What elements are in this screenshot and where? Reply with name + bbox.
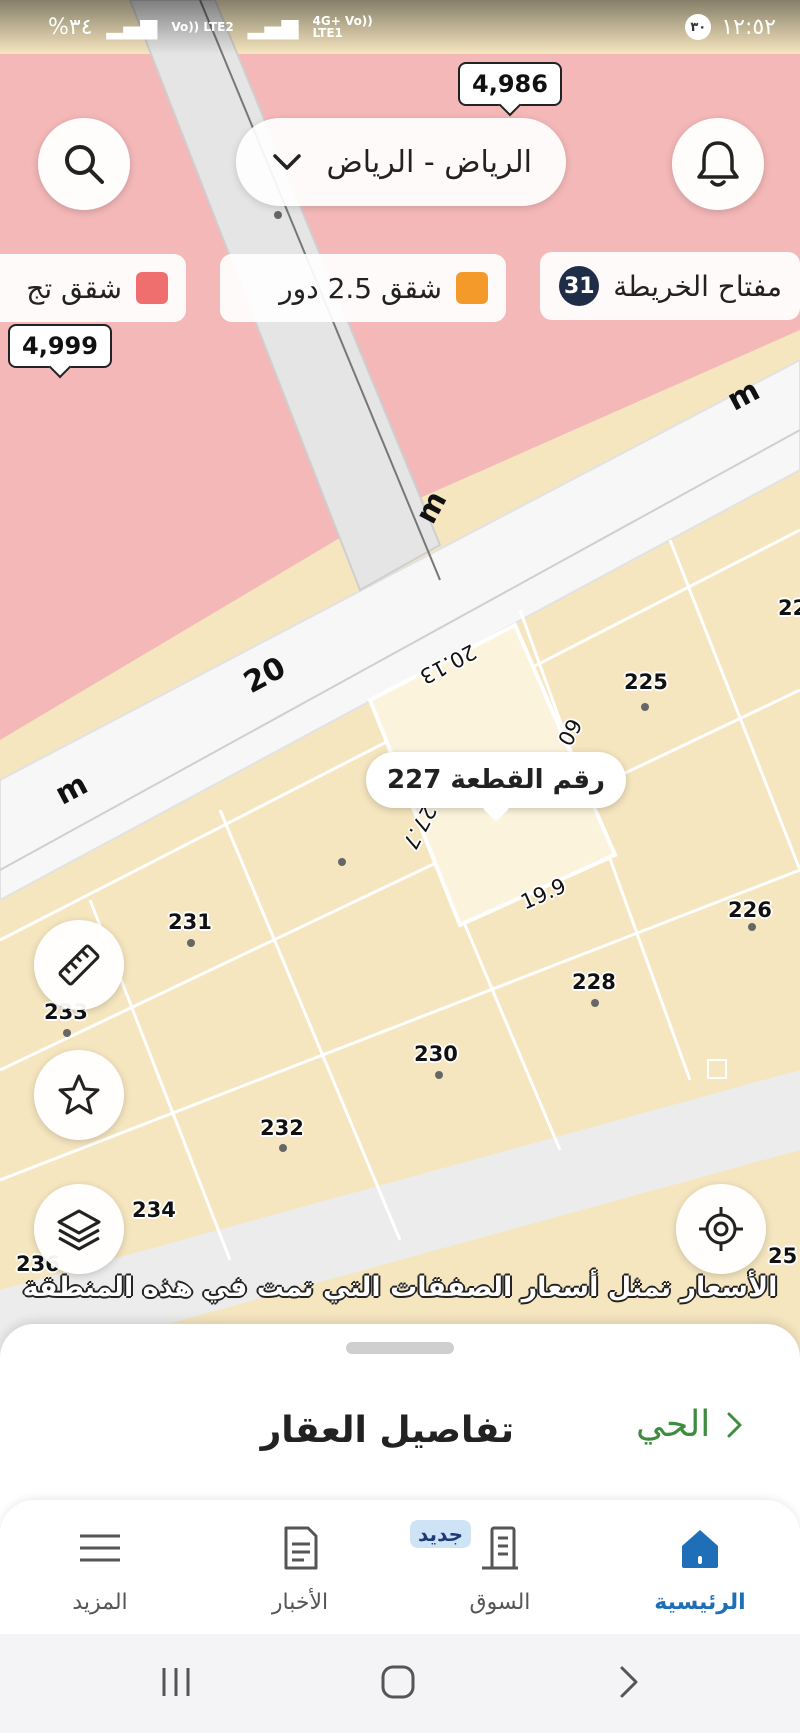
layers-icon <box>57 1209 101 1251</box>
plot-number-tooltip[interactable]: رقم القطعة 227 <box>366 752 626 808</box>
star-icon <box>58 1074 100 1115</box>
tab-news-icon-wrap <box>270 1518 330 1578</box>
map-key-label: مفتاح الخريطة <box>613 269 782 303</box>
favorite-button[interactable] <box>34 1050 124 1140</box>
chevron-left-icon <box>727 1412 742 1437</box>
price-note: الأسعار تمثل أسعار الصفقات التي تمت في ه… <box>22 1272 778 1303</box>
tab-home[interactable]: الرئيسية <box>630 1518 770 1628</box>
menu-icon <box>80 1534 120 1562</box>
tab-market-label: السوق <box>469 1590 531 1615</box>
notification-count: ٣٠ <box>685 14 712 40</box>
notifications-button[interactable] <box>672 118 764 210</box>
home-nav-button[interactable] <box>380 1664 416 1704</box>
price-marker[interactable]: 4,986 <box>458 62 562 106</box>
plot-number[interactable]: 230 <box>414 1042 458 1066</box>
plot-number[interactable]: 232 <box>260 1116 304 1140</box>
network-label: LTE1 <box>312 26 343 40</box>
legend-chip-apartments-2-5[interactable]: شقق 2.5 دور <box>220 254 506 322</box>
signal-icon: ▂▄▆ <box>247 14 299 40</box>
battery-indicator: %٣٤ <box>48 14 93 40</box>
status-right: ٣٠ ١٢:٥٢ <box>685 14 776 40</box>
city-select[interactable]: الرياض - الرياض <box>236 118 566 206</box>
plot-number[interactable]: 225 <box>624 670 668 694</box>
signal-icon: ▂▄▆ <box>106 14 158 40</box>
my-location-button[interactable] <box>676 1184 766 1274</box>
tab-more-label: المزيد <box>72 1590 128 1615</box>
home-icon <box>682 1530 718 1568</box>
search-button[interactable] <box>38 118 130 210</box>
legend-chip-apartments-commercial[interactable]: شقق تج <box>0 254 186 322</box>
map-key-count: 31 <box>559 266 600 306</box>
chevron-down-icon <box>273 154 301 170</box>
legend-chip-label: شقق تج <box>26 271 122 305</box>
measure-button[interactable] <box>34 920 124 1010</box>
neighborhood-link-label: الحي <box>636 1404 711 1445</box>
ruler-icon <box>58 944 100 986</box>
tab-news[interactable]: الأخبار <box>230 1518 370 1628</box>
sheet-title: تفاصيل العقار <box>260 1410 514 1451</box>
network-label: Vo)) LTE2 <box>171 20 234 34</box>
tab-news-label: الأخبار <box>271 1590 329 1615</box>
plot-number[interactable]: 25 <box>768 1244 797 1268</box>
crosshair-icon <box>699 1207 743 1251</box>
plot-number[interactable]: 22 <box>778 596 800 620</box>
legend-swatch-orange <box>456 272 488 304</box>
news-icon <box>284 1526 318 1570</box>
back-button[interactable] <box>610 1664 646 1704</box>
new-badge: جديد <box>410 1520 472 1548</box>
building-icon <box>482 1526 518 1570</box>
tab-market-icon-wrap: جديد <box>410 1518 530 1578</box>
plot-number[interactable]: 231 <box>168 910 212 934</box>
neighborhood-link[interactable]: الحي <box>636 1404 744 1445</box>
search-icon <box>65 145 104 184</box>
layers-button[interactable] <box>34 1184 124 1274</box>
plot-number[interactable]: 234 <box>132 1198 176 1222</box>
clock: ١٢:٥٢ <box>721 14 776 40</box>
legend-swatch-red <box>136 272 168 304</box>
legend-chip-label: شقق 2.5 دور <box>279 271 442 305</box>
status-bar: %٣٤ ▂▄▆ Vo)) LTE2 ▂▄▆ 4G+ Vo)) LTE1 ٣٠ ١… <box>0 0 800 54</box>
status-left: %٣٤ ▂▄▆ Vo)) LTE2 ▂▄▆ 4G+ Vo)) LTE1 <box>48 15 373 40</box>
plot-tooltip-label: رقم القطعة 227 <box>387 765 605 795</box>
bell-icon <box>697 141 739 187</box>
price-marker-value: 4,986 <box>472 70 548 98</box>
price-marker[interactable]: 4,999 <box>8 324 112 368</box>
tab-home-icon-wrap <box>670 1518 730 1578</box>
plot-number[interactable]: 226 <box>728 898 772 922</box>
recents-icon <box>162 1668 190 1696</box>
back-icon <box>620 1666 638 1698</box>
map-key-chip[interactable]: مفتاح الخريطة 31 <box>540 252 800 320</box>
home-nav-icon <box>381 1665 415 1699</box>
tab-home-label: الرئيسية <box>654 1590 746 1615</box>
tab-more-icon-wrap <box>70 1518 130 1578</box>
plot-number[interactable]: 228 <box>572 970 616 994</box>
system-navigation-bar <box>0 1634 800 1733</box>
city-select-label: الرياض - الرياض <box>326 144 532 180</box>
network-block: 4G+ Vo)) LTE1 <box>313 15 373 39</box>
bottom-tab-bar: الرئيسية جديد السوق الأخبار المزيد <box>0 1500 800 1634</box>
sheet-drag-handle[interactable] <box>346 1342 454 1354</box>
price-marker-value: 4,999 <box>22 332 98 360</box>
tab-more[interactable]: المزيد <box>30 1518 170 1628</box>
tab-market[interactable]: جديد السوق <box>410 1518 570 1628</box>
recents-button[interactable] <box>158 1664 194 1704</box>
